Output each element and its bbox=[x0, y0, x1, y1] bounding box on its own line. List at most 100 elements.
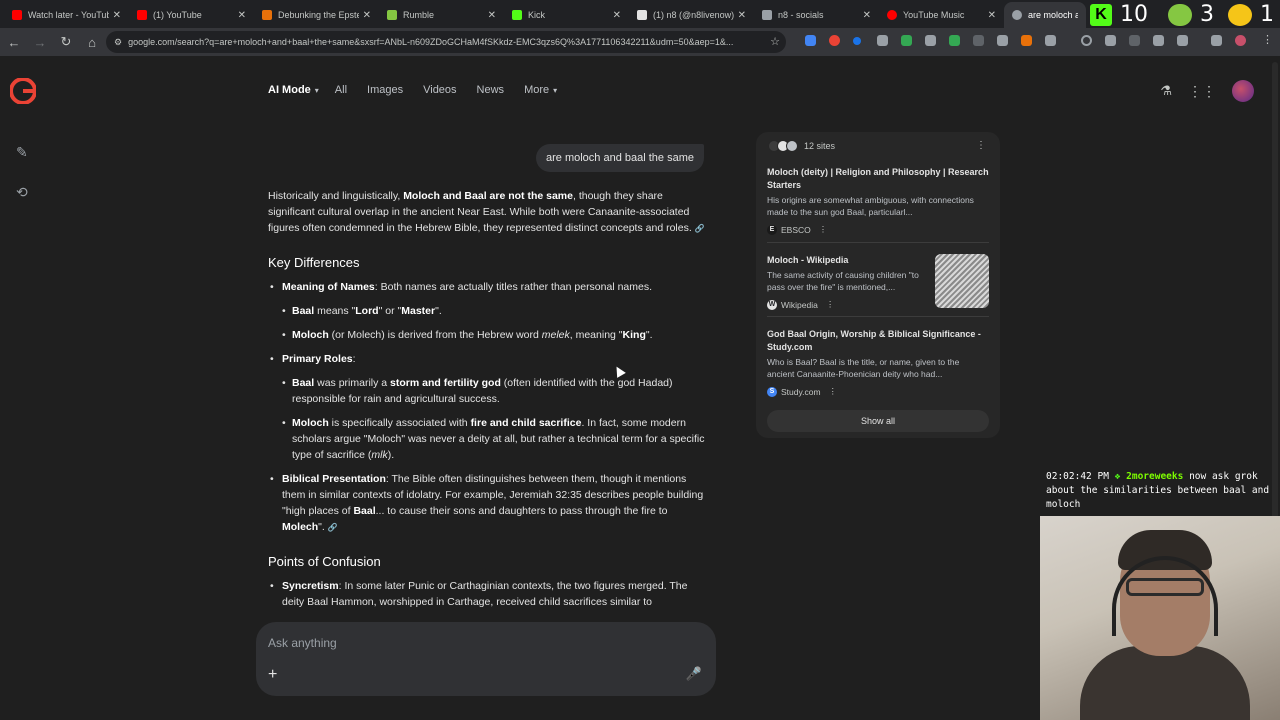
extension-icon[interactable] bbox=[973, 35, 984, 46]
text: ". bbox=[645, 329, 653, 341]
forward-icon[interactable]: → bbox=[28, 30, 52, 54]
site-name: Wikipedia bbox=[781, 299, 818, 310]
labs-flask-icon[interactable]: ⚗ bbox=[1160, 83, 1172, 99]
tab-watch-later[interactable]: Watch later - YouTube ✕ bbox=[4, 2, 129, 28]
list-item: Baal was primarily a storm and fertility… bbox=[282, 375, 708, 407]
extension-icon[interactable] bbox=[1177, 35, 1188, 46]
source-card[interactable]: Moloch (deity) | Religion and Philosophy… bbox=[767, 166, 989, 235]
term: Lord bbox=[355, 305, 379, 317]
new-chat-icon[interactable]: ✎ bbox=[16, 144, 32, 160]
avatar[interactable] bbox=[1232, 80, 1254, 102]
site-name: Study.com bbox=[781, 386, 821, 397]
back-icon[interactable]: ← bbox=[2, 30, 26, 54]
extensions-puzzle-icon[interactable] bbox=[1045, 35, 1056, 46]
close-icon[interactable]: ✕ bbox=[863, 10, 871, 21]
list-item: Baal means "Lord" or "Master". bbox=[282, 303, 708, 319]
ask-box[interactable]: Ask anything + 🎤 bbox=[256, 622, 716, 696]
text: means " bbox=[314, 305, 356, 317]
tab-more[interactable]: More bbox=[524, 84, 549, 96]
list-item: Moloch (or Molech) is derived from the H… bbox=[282, 327, 708, 343]
source-site: S Study.com ⋮ bbox=[767, 386, 989, 397]
left-rail: ✎ ⟲ bbox=[0, 56, 48, 720]
sources-header[interactable]: 12 sites bbox=[768, 140, 835, 152]
extension-icon[interactable] bbox=[949, 35, 960, 46]
tab-kick[interactable]: Kick ✕ bbox=[504, 2, 629, 28]
code-icon[interactable] bbox=[1129, 35, 1140, 46]
extension-icon[interactable] bbox=[997, 35, 1008, 46]
history-icon[interactable] bbox=[1081, 35, 1092, 46]
source-title[interactable]: Moloch (deity) | Religion and Philosophy… bbox=[767, 166, 989, 192]
extension-icon[interactable] bbox=[805, 35, 816, 46]
sources-count: 12 sites bbox=[804, 141, 836, 151]
link-icon[interactable]: 🔗 bbox=[695, 224, 705, 233]
extension-icon[interactable] bbox=[1153, 35, 1164, 46]
tab-all[interactable]: All bbox=[335, 84, 347, 96]
extension-icon[interactable] bbox=[877, 35, 888, 46]
extension-icon[interactable] bbox=[925, 35, 936, 46]
tab-youtube-music[interactable]: YouTube Music ✕ bbox=[879, 2, 1004, 28]
close-icon[interactable]: ✕ bbox=[488, 10, 496, 21]
heading-key-differences: Key Differences bbox=[268, 255, 360, 270]
extension-icon[interactable] bbox=[1211, 35, 1222, 46]
tab-google-search[interactable]: are moloch and baal the same bbox=[1004, 2, 1086, 28]
show-all-button[interactable]: Show all bbox=[767, 410, 989, 432]
close-icon[interactable]: ✕ bbox=[988, 10, 996, 21]
more-options-icon[interactable]: ⋮ bbox=[819, 224, 828, 235]
source-card[interactable]: Moloch - Wikipedia The same activity of … bbox=[767, 254, 989, 310]
youtube-icon bbox=[137, 10, 147, 20]
menu-dots-icon[interactable]: ⋮ bbox=[1262, 33, 1273, 46]
answer-intro: Historically and linguistically, Moloch … bbox=[268, 188, 708, 237]
link-icon[interactable]: 🔗 bbox=[328, 523, 338, 532]
source-title[interactable]: God Baal Origin, Worship & Biblical Sign… bbox=[767, 328, 989, 354]
list-item: Primary Roles: Baal was primarily a stor… bbox=[268, 351, 708, 463]
microphone-icon[interactable]: 🎤 bbox=[686, 666, 702, 682]
webcam-person-body bbox=[1080, 646, 1250, 720]
tab-debunking[interactable]: Debunking the Epstein ✕ bbox=[254, 2, 379, 28]
tab-socials[interactable]: n8 - socials ✕ bbox=[754, 2, 879, 28]
tab-x[interactable]: (1) n8 (@n8livenow) / X ✕ bbox=[629, 2, 754, 28]
ask-input-placeholder[interactable]: Ask anything bbox=[268, 636, 337, 650]
extension-icon[interactable] bbox=[853, 37, 861, 45]
site-info-icon[interactable]: ⚙ bbox=[114, 37, 122, 48]
extension-icon[interactable] bbox=[1021, 35, 1032, 46]
close-icon[interactable]: ✕ bbox=[613, 10, 621, 21]
item-label: Meaning of Names bbox=[282, 281, 375, 293]
home-icon[interactable]: ⌂ bbox=[80, 30, 104, 54]
apps-grid-icon[interactable]: ⋮⋮ bbox=[1188, 83, 1216, 100]
history-icon[interactable]: ⟲ bbox=[16, 184, 32, 200]
close-icon[interactable]: ✕ bbox=[363, 10, 371, 21]
list-item: Moloch is specifically associated with f… bbox=[282, 415, 708, 463]
close-icon[interactable]: ✕ bbox=[738, 10, 746, 21]
tab-rumble[interactable]: Rumble ✕ bbox=[379, 2, 504, 28]
plus-icon[interactable]: + bbox=[268, 666, 277, 684]
tab-title: Rumble bbox=[403, 10, 435, 20]
site-name: EBSCO bbox=[781, 224, 811, 235]
source-card[interactable]: God Baal Origin, Worship & Biblical Sign… bbox=[767, 328, 989, 397]
chevron-down-icon[interactable]: ▾ bbox=[553, 86, 557, 95]
tab-youtube[interactable]: (1) YouTube ✕ bbox=[129, 2, 254, 28]
extension-icon[interactable] bbox=[901, 35, 912, 46]
close-icon[interactable]: ✕ bbox=[113, 10, 121, 21]
chevron-down-icon[interactable]: ▾ bbox=[315, 86, 319, 95]
divider bbox=[767, 316, 989, 317]
google-ai-logo-icon[interactable] bbox=[10, 78, 36, 104]
more-options-icon[interactable]: ⋮ bbox=[976, 140, 986, 151]
extension-icon[interactable] bbox=[829, 35, 840, 46]
profile-avatar-icon[interactable] bbox=[1235, 35, 1246, 46]
tab-ai-mode[interactable]: AI Mode bbox=[268, 84, 311, 96]
source-thumbnail-image[interactable] bbox=[935, 254, 989, 308]
tab-news[interactable]: News bbox=[477, 84, 505, 96]
more-options-icon[interactable]: ⋮ bbox=[826, 299, 835, 310]
term: Baal bbox=[292, 377, 315, 389]
tab-videos[interactable]: Videos bbox=[423, 84, 456, 96]
tab-images[interactable]: Images bbox=[367, 84, 403, 96]
close-icon[interactable]: ✕ bbox=[238, 10, 246, 21]
address-bar[interactable]: ⚙ google.com/search?q=are+moloch+and+baa… bbox=[106, 31, 786, 53]
more-options-icon[interactable]: ⋮ bbox=[829, 386, 838, 397]
bookmark-star-icon[interactable]: ☆ bbox=[770, 35, 780, 48]
item-label: Biblical Presentation bbox=[282, 473, 386, 485]
emoji-icon bbox=[1228, 4, 1252, 26]
extension-icon[interactable] bbox=[1105, 35, 1116, 46]
reload-icon[interactable]: ↻ bbox=[54, 30, 78, 54]
list-item: Biblical Presentation: The Bible often d… bbox=[268, 471, 708, 536]
